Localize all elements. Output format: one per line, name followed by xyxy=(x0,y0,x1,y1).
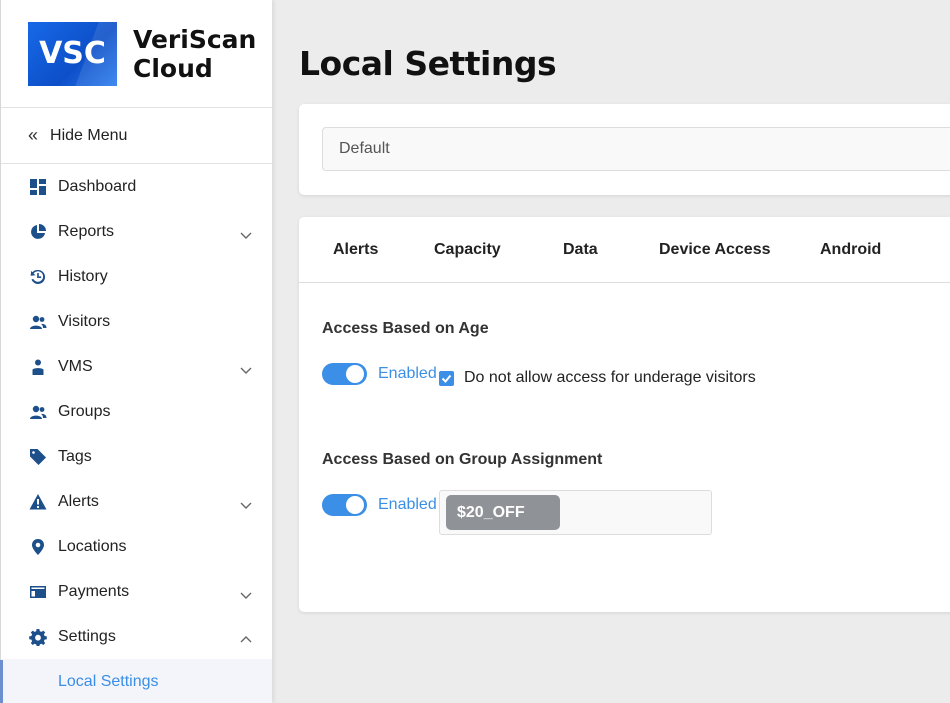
sidebar-item-label: Tags xyxy=(58,447,92,465)
sidebar-item-payments[interactable]: Payments xyxy=(1,569,272,614)
group-section-title: Access Based on Group Assignment xyxy=(322,451,603,468)
chevron-down-icon xyxy=(240,362,252,374)
sidebar-item-groups[interactable]: Groups xyxy=(1,389,272,434)
sidebar-item-label: History xyxy=(58,267,108,285)
sidebar-nav: Dashboard Reports History Visitors VMS G… xyxy=(1,164,272,703)
brand-name-line1: VeriScan xyxy=(133,24,257,54)
visitors-icon xyxy=(29,313,47,331)
sidebar-item-alerts[interactable]: Alerts xyxy=(1,479,272,524)
sidebar-item-settings[interactable]: Settings xyxy=(1,614,272,659)
sidebar-item-locations[interactable]: Locations xyxy=(1,524,272,569)
dashboard-icon xyxy=(29,178,47,196)
tab-data[interactable]: Data xyxy=(563,217,598,283)
tab-device-access[interactable]: Device Access xyxy=(659,217,771,283)
logo-text: VSC xyxy=(39,36,106,71)
sidebar-item-history[interactable]: History xyxy=(1,254,272,299)
group-tag-chip[interactable]: $20_OFF xyxy=(446,495,560,530)
gear-icon xyxy=(29,628,47,646)
chevron-down-icon xyxy=(240,587,252,599)
tag-icon xyxy=(29,448,47,466)
active-item-marker xyxy=(0,660,3,703)
check-icon xyxy=(441,374,452,383)
sidebar-item-tags[interactable]: Tags xyxy=(1,434,272,479)
brand-name: VeriScan Cloud xyxy=(133,25,256,83)
sidebar-item-label: Locations xyxy=(58,537,127,555)
tab-alerts[interactable]: Alerts xyxy=(333,217,378,283)
group-tags-input[interactable]: $20_OFF xyxy=(439,490,712,535)
chevron-down-icon xyxy=(240,227,252,239)
group-toggle-label: Enabled xyxy=(378,496,437,513)
age-toggle-label: Enabled xyxy=(378,365,437,382)
vms-icon xyxy=(29,358,47,376)
brand-name-line2: Cloud xyxy=(133,53,213,83)
double-chevron-left-icon: « xyxy=(28,125,39,145)
sidebar-item-label: Payments xyxy=(58,582,130,600)
sidebar-item-dashboard[interactable]: Dashboard xyxy=(1,164,272,209)
age-section-title: Access Based on Age xyxy=(322,320,489,337)
group-access-toggle[interactable] xyxy=(322,494,367,516)
underage-checkbox-label: Do not allow access for underage visitor… xyxy=(464,369,756,386)
sidebar-item-label: Settings xyxy=(58,627,116,645)
settings-tabs: Alerts Capacity Data Device Access Andro… xyxy=(299,217,950,283)
groups-icon xyxy=(29,403,47,421)
sidebar-subitem-local-settings[interactable]: Local Settings xyxy=(1,659,272,703)
sidebar-item-label: Visitors xyxy=(58,312,111,330)
brand-logo[interactable]: VSC xyxy=(28,21,117,86)
settings-profile-select[interactable]: Default xyxy=(322,127,950,171)
tab-capacity[interactable]: Capacity xyxy=(434,217,501,283)
sidebar: VSC VeriScan Cloud « Hide Menu Dashboard… xyxy=(0,0,272,703)
reports-icon xyxy=(29,223,47,241)
hide-menu-label: Hide Menu xyxy=(50,126,128,144)
underage-checkbox[interactable] xyxy=(439,371,454,386)
sidebar-item-label: Dashboard xyxy=(58,177,137,195)
history-icon xyxy=(29,268,47,286)
alert-icon xyxy=(29,493,47,511)
sidebar-item-vms[interactable]: VMS xyxy=(1,344,272,389)
sidebar-item-label: VMS xyxy=(58,357,93,375)
sidebar-item-visitors[interactable]: Visitors xyxy=(1,299,272,344)
tab-android[interactable]: Android xyxy=(820,217,881,283)
payments-icon xyxy=(29,583,47,601)
sidebar-item-label: Groups xyxy=(58,402,111,420)
chevron-down-icon xyxy=(240,497,252,509)
age-access-toggle[interactable] xyxy=(322,363,367,385)
sidebar-item-label: Reports xyxy=(58,222,115,240)
settings-card: Alerts Capacity Data Device Access Andro… xyxy=(299,217,950,612)
location-pin-icon xyxy=(29,538,47,556)
page-title: Local Settings xyxy=(299,44,557,83)
settings-profile-card: Default xyxy=(299,104,950,195)
chevron-up-icon xyxy=(240,632,252,642)
sidebar-item-label: Alerts xyxy=(58,492,99,510)
brand-header: VSC VeriScan Cloud xyxy=(1,0,272,108)
sidebar-item-reports[interactable]: Reports xyxy=(1,209,272,254)
hide-menu-button[interactable]: « Hide Menu xyxy=(1,108,272,164)
